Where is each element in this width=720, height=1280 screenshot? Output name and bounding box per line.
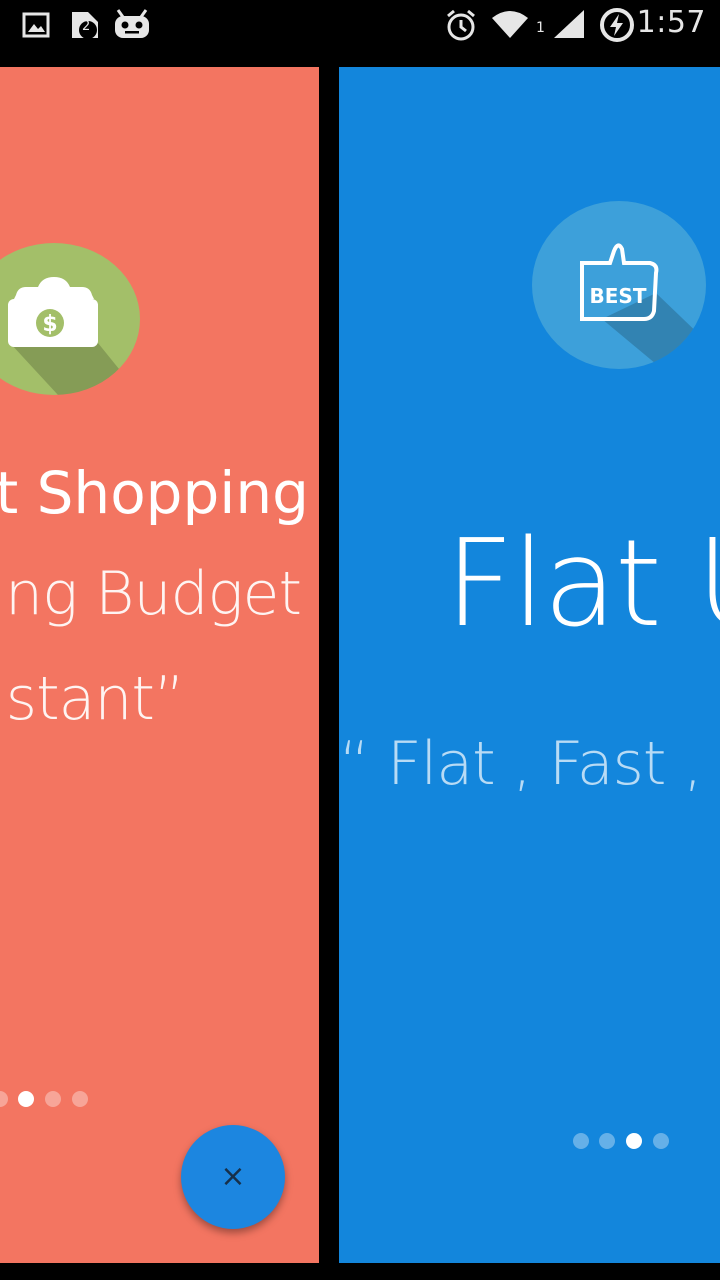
svg-text:$: $ [42, 312, 57, 337]
page-dot-active [18, 1091, 34, 1107]
slide-card-flat-ui[interactable]: BEST Flat U “ Flat , Fast , F [339, 67, 720, 1263]
page-indicator [573, 1133, 673, 1153]
battery-charging-icon [600, 8, 634, 42]
alarm-icon [447, 9, 475, 41]
page-dot-active [626, 1133, 642, 1149]
slide-card-shopping[interactable]: $ t Shopping ng Budget sistant” [0, 67, 319, 1263]
wallet-icon-circle: $ [0, 243, 140, 395]
wifi-icon [492, 11, 528, 38]
signal-icon [554, 10, 584, 38]
close-icon: × [220, 1159, 246, 1194]
cyanogen-android-icon [115, 9, 149, 38]
wallet-icon: $ [8, 277, 140, 395]
thumbs-up-best-icon: BEST [580, 243, 706, 369]
app-screen: 2 1 1:57 $ t Shopping ng Budget stant” B… [0, 0, 720, 1280]
status-time: 1:57 [636, 5, 706, 40]
page-indicator [0, 1091, 100, 1111]
page-dot [573, 1133, 589, 1149]
page-dot [599, 1133, 615, 1149]
signal-sim-label: 1 [536, 20, 545, 36]
slide-title: Flat U [445, 515, 720, 654]
page-dot [45, 1091, 61, 1107]
page-dot [0, 1091, 8, 1107]
best-label: BEST [590, 284, 647, 308]
page-dot [72, 1091, 88, 1107]
slide-title: t Shopping [0, 459, 309, 527]
status-bar: 2 1 1:57 [0, 0, 720, 50]
slide-subtitle: “ Flat , Fast , F [339, 729, 720, 799]
slide-subtitle-line2: sistant” [0, 664, 185, 734]
close-button[interactable]: × [181, 1125, 285, 1229]
best-icon-circle: BEST [532, 201, 706, 369]
page-dot [653, 1133, 669, 1149]
notification-count: 2 [82, 19, 91, 34]
slide-subtitle-line1: ng Budget [5, 559, 302, 629]
image-icon [22, 12, 50, 38]
